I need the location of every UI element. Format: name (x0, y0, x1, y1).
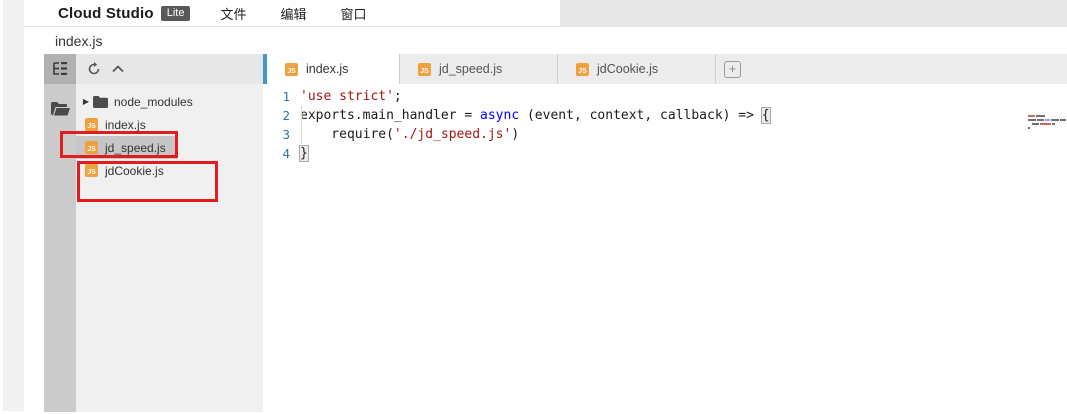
tab-label: jdCookie.js (597, 62, 658, 76)
tab-bar: JS index.js JS jd_speed.js JS jdCookie.js + (263, 54, 1067, 84)
tree-item-label: index.js (105, 118, 146, 132)
folder-view-button[interactable] (44, 94, 76, 124)
tree-item-label: jd_speed.js (105, 141, 166, 155)
code-token: } (299, 145, 309, 162)
menu-bar-empty-region (560, 0, 1067, 26)
indent-guide (301, 106, 302, 144)
menu-file[interactable]: 文件 (220, 4, 250, 23)
menu-edit[interactable]: 编辑 (280, 4, 310, 23)
js-file-icon: JS (576, 63, 589, 76)
code-token: (event, context, callback) => (519, 108, 762, 123)
code-token: { (761, 107, 771, 124)
menu-list: 文件 编辑 窗口 (220, 4, 400, 23)
refresh-button[interactable] (85, 60, 103, 78)
tab-label: index.js (306, 62, 348, 76)
code-line-2: 2 exports.main_handler = async (event, co… (263, 106, 1067, 125)
code-token: exports.main_handler = (300, 108, 480, 123)
tree-item-label: jdCookie.js (105, 164, 164, 178)
code-editor[interactable]: 1 'use strict'; 2 exports.main_handler = as… (263, 84, 1067, 163)
menu-bar: Cloud Studio Lite 文件 编辑 窗口 (24, 0, 1067, 27)
chevron-up-icon (112, 65, 124, 73)
line-number: 3 (263, 127, 290, 142)
line-number: 1 (263, 89, 290, 104)
code-token: 'use strict' (300, 89, 394, 104)
explorer-view-button[interactable] (44, 54, 76, 84)
code-token: ; (394, 89, 402, 104)
code-token: require( (300, 127, 394, 142)
tab-label: jd_speed.js (439, 62, 502, 76)
menu-window[interactable]: 窗口 (340, 4, 370, 23)
code-token: './jd_speed.js' (394, 127, 511, 142)
lite-badge: Lite (161, 6, 191, 21)
minimap[interactable] (1025, 115, 1067, 131)
tab-jd-speed-js[interactable]: JS jd_speed.js (400, 54, 558, 84)
js-file-icon: JS (418, 63, 431, 76)
active-file-title: index.js (55, 33, 102, 49)
js-file-icon: JS (85, 118, 98, 131)
code-token: ) (511, 127, 519, 142)
js-file-icon: JS (285, 63, 298, 76)
activity-bar (44, 54, 76, 412)
tree-item-label: node_modules (114, 95, 193, 109)
js-file-icon: JS (85, 164, 98, 177)
collapsed-arrow-icon: ▶ (81, 97, 91, 106)
title-bar: index.js (24, 28, 1067, 53)
collapse-all-button[interactable] (109, 60, 127, 78)
tree-outline-icon (52, 62, 68, 76)
editor-group: JS index.js JS jd_speed.js JS jdCookie.js + 1… (263, 54, 1067, 412)
js-file-icon: JS (85, 141, 98, 154)
open-folder-icon (51, 102, 70, 116)
code-token: async (480, 108, 519, 123)
active-group-accent (263, 54, 267, 84)
tabs: JS index.js JS jd_speed.js JS jdCookie.js (267, 54, 716, 84)
refresh-icon (87, 62, 101, 76)
explorer-toolbar (76, 54, 263, 84)
tab-jdcookie-js[interactable]: JS jdCookie.js (558, 54, 716, 84)
page-left-gutter (3, 0, 24, 411)
code-line-1: 1 'use strict'; (263, 87, 1067, 106)
code-line-4: 4} (263, 144, 1067, 163)
tree-item-node-modules[interactable]: ▶ node_modules (76, 90, 263, 113)
file-explorer-panel: ▶ node_modules JS index.js JS jd_speed.js JS jd… (76, 54, 263, 412)
line-number: 4 (263, 146, 290, 161)
line-number: 2 (263, 108, 290, 123)
tab-index-js[interactable]: JS index.js (267, 54, 400, 84)
brand-logo: Cloud Studio (58, 5, 154, 22)
new-tab-button[interactable]: + (724, 61, 741, 78)
folder-icon (93, 96, 108, 108)
cloud-studio-window: Cloud Studio Lite 文件 编辑 窗口 index.js (0, 0, 1067, 414)
code-line-3: 3 require('./jd_speed.js') (263, 125, 1067, 144)
